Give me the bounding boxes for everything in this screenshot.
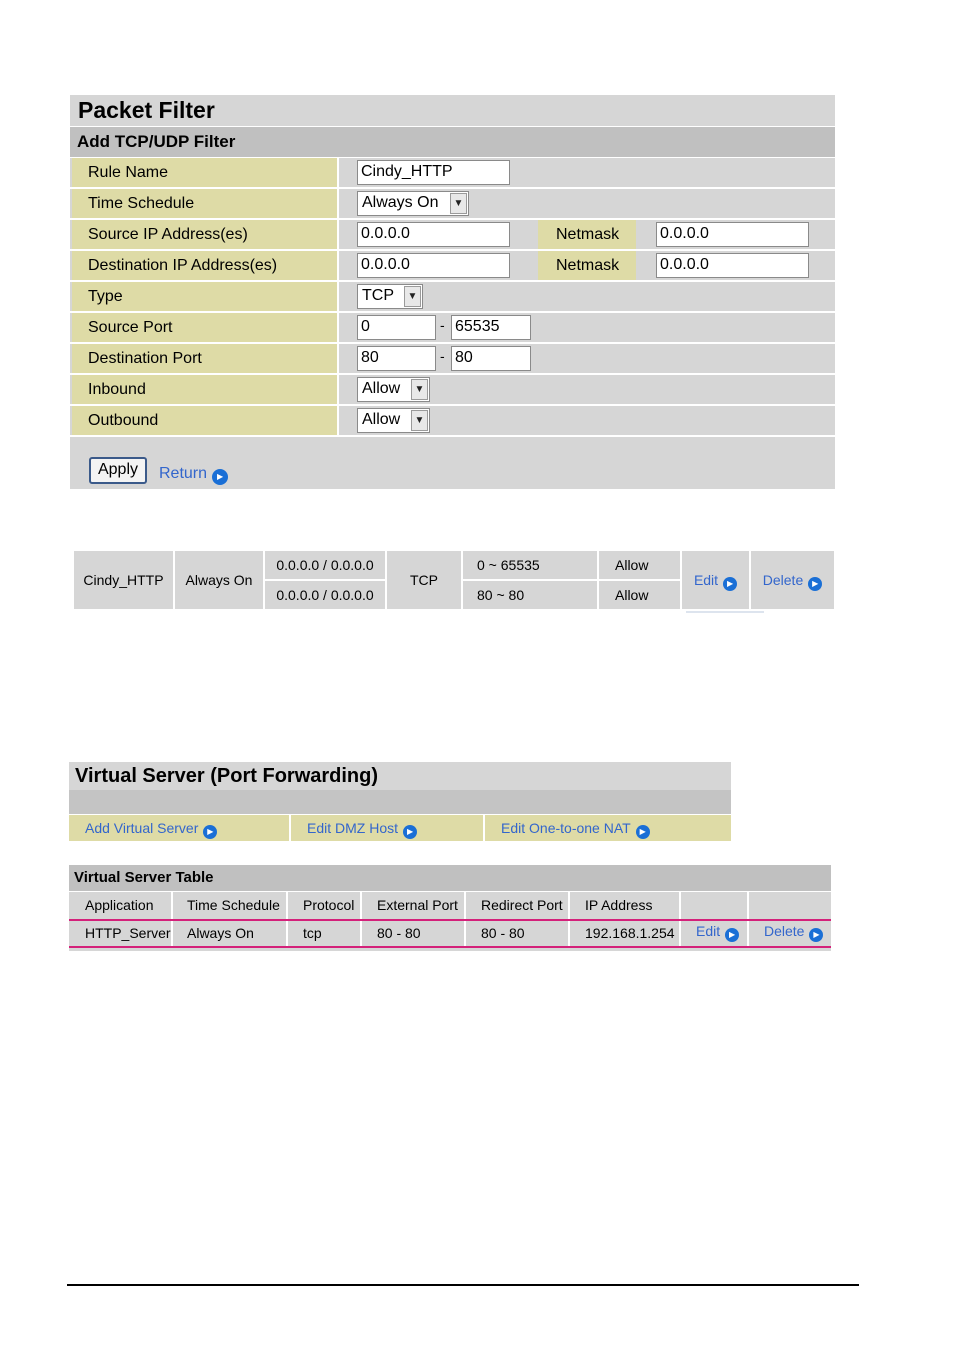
virtual-server-table-title: Virtual Server Table [69,865,831,891]
source-port-to-input[interactable]: 65535 [451,315,531,340]
arrow-right-circle-icon: ▶ [635,825,650,839]
column-header-redirect-port: Redirect Port [466,892,568,919]
add-filter-subtitle: Add TCP/UDP Filter [70,127,835,157]
apply-button[interactable]: Apply [89,457,147,484]
column-header-edit [681,892,747,919]
edit-dmz-host-label: Edit DMZ Host [307,820,399,836]
summary-schedule: Always On [175,551,263,609]
label-outbound: Outbound [72,406,337,435]
arrow-right-circle-icon: ▶ [203,825,218,839]
row-edit-link[interactable]: Edit ▶ [681,921,747,946]
dest-port-to-input[interactable]: 80 [451,346,531,371]
return-link[interactable]: Return ▶ [159,465,229,485]
add-virtual-server-label: Add Virtual Server [85,820,199,836]
summary-ip-row1: 0.0.0.0 / 0.0.0.0 [265,551,385,579]
label-inbound: Inbound [72,375,337,404]
summary-port-row2: 80 ~ 80 [463,581,597,609]
cell-protocol: tcp [288,921,360,946]
divider [686,611,764,613]
table-footer [69,948,831,951]
outbound-value: Allow [362,411,401,428]
type-value: TCP [362,287,394,304]
dest-netmask-input[interactable]: 0.0.0.0 [656,253,809,278]
edit-nat-label: Edit One-to-one NAT [501,820,631,836]
summary-rule-name: Cindy_HTTP [74,551,173,609]
column-header-protocol: Protocol [288,892,360,919]
cell-schedule: Always On [173,921,286,946]
inbound-select[interactable]: Allow ▼ [357,377,430,402]
delete-label: Delete [762,572,804,588]
arrow-right-circle-icon: ▶ [725,928,740,942]
dest-port-from-input[interactable]: 80 [357,346,436,371]
edit-one-to-one-nat-link[interactable]: Edit One-to-one NAT ▶ [485,815,731,841]
label-source-ip: Source IP Address(es) [72,220,337,249]
summary-port-row1: 0 ~ 65535 [463,551,597,579]
summary-delete-link[interactable]: Delete ▶ [751,551,834,609]
chevron-down-icon: ▼ [411,379,428,400]
label-dest-port: Destination Port [72,344,337,373]
summary-edit-link[interactable]: Edit ▶ [682,551,749,609]
add-virtual-server-link[interactable]: Add Virtual Server ▶ [69,815,289,841]
source-ip-input[interactable]: 0.0.0.0 [357,222,510,247]
type-select[interactable]: TCP ▼ [357,284,423,309]
arrow-right-circle-icon: ▶ [809,928,824,942]
edit-dmz-host-link[interactable]: Edit DMZ Host ▶ [291,815,483,841]
label-dest-netmask: Netmask [538,251,636,280]
cell-redirect-port: 80 - 80 [466,921,568,946]
label-source-port: Source Port [72,313,337,342]
arrow-right-circle-icon: ▶ [808,577,823,591]
summary-protocol: TCP [387,551,461,609]
cell-application: HTTP_Server [69,921,171,946]
return-label: Return [159,465,208,482]
page-footer-rule [67,1284,859,1286]
arrow-right-circle-icon: ▶ [403,825,418,839]
summary-ip-row2: 0.0.0.0 / 0.0.0.0 [265,581,385,609]
column-header-application: Application [69,892,171,919]
virtual-server-title: Virtual Server (Port Forwarding) [69,762,731,790]
outbound-select[interactable]: Allow ▼ [357,408,430,433]
rule-name-input[interactable]: Cindy_HTTP [357,160,510,185]
source-port-dash: - [440,317,445,333]
arrow-right-circle-icon: ▶ [212,469,229,485]
delete-label: Delete [764,923,805,939]
column-header-time-schedule: Time Schedule [173,892,286,919]
dest-port-dash: - [440,348,445,364]
column-header-delete [749,892,831,919]
time-schedule-select[interactable]: Always On ▼ [357,191,469,216]
label-type: Type [72,282,337,311]
source-port-from-input[interactable]: 0 [357,315,436,340]
dest-ip-input[interactable]: 0.0.0.0 [357,253,510,278]
row-delete-link[interactable]: Delete ▶ [749,921,831,946]
cell-ip-address: 192.168.1.254 [570,921,679,946]
virtual-server-subbar [69,790,731,814]
label-rule-name: Rule Name [72,158,337,187]
time-schedule-value: Always On [362,194,439,211]
source-netmask-input[interactable]: 0.0.0.0 [656,222,809,247]
summary-action-row2: Allow [599,581,680,609]
chevron-down-icon: ▼ [450,193,467,214]
chevron-down-icon: ▼ [404,286,421,307]
label-time-schedule: Time Schedule [72,189,337,218]
cell-external-port: 80 - 80 [362,921,464,946]
label-dest-ip: Destination IP Address(es) [72,251,337,280]
summary-action-row1: Allow [599,551,680,579]
edit-label: Edit [696,923,721,939]
column-header-external-port: External Port [362,892,464,919]
chevron-down-icon: ▼ [411,410,428,431]
label-source-netmask: Netmask [538,220,636,249]
edit-label: Edit [693,572,719,588]
inbound-value: Allow [362,380,401,397]
packet-filter-title: Packet Filter [70,95,835,126]
column-header-ip-address: IP Address [570,892,679,919]
arrow-right-circle-icon: ▶ [723,577,738,591]
